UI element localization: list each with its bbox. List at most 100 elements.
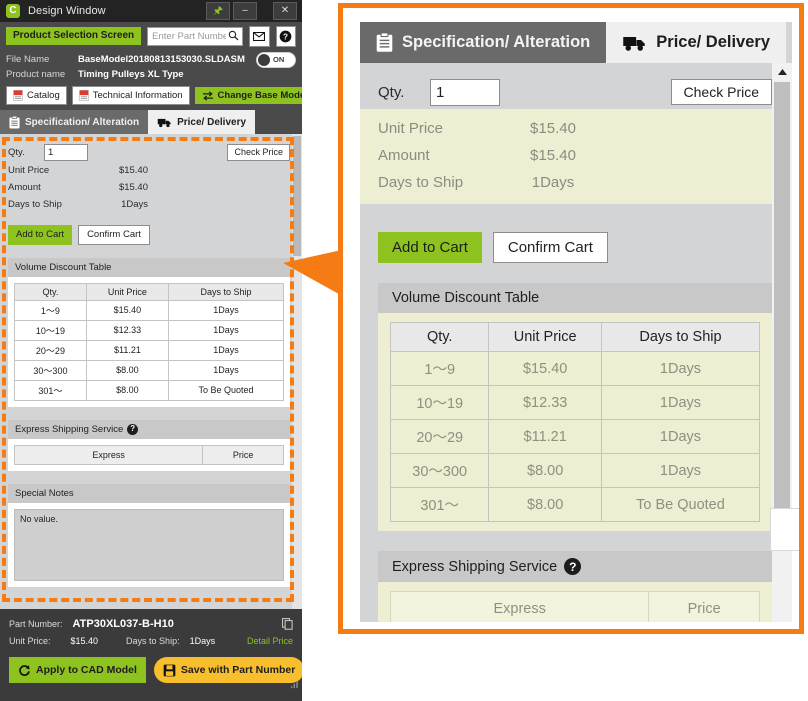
- cell-days: To Be Quoted: [600, 487, 761, 522]
- window-title: Design Window: [28, 5, 106, 17]
- cell-days: 1Days: [167, 339, 285, 361]
- table-row: 301～ $8.00 To Be Quoted: [14, 379, 285, 401]
- mg-check-price-button[interactable]: Check Price: [670, 79, 772, 105]
- panel-scrollbar[interactable]: [292, 134, 302, 609]
- window-controls: 🖈 – ✕: [206, 2, 299, 20]
- search-box[interactable]: [147, 26, 244, 46]
- cell-express: Express: [13, 444, 204, 465]
- save-with-part-number-label: Save with Part Number: [180, 664, 296, 676]
- mg-qty-row: Qty. Check Price: [378, 75, 772, 109]
- mg-unit-price-label: Unit Price: [378, 120, 444, 137]
- tab-specification-alteration[interactable]: Specification/ Alteration: [0, 110, 149, 134]
- help-icon[interactable]: ?: [127, 423, 139, 435]
- amount-label: Amount: [8, 182, 41, 193]
- volume-discount-title: Volume Discount Table: [15, 261, 112, 273]
- mg-amount-label: Amount: [378, 147, 430, 164]
- toggle-knob: [258, 53, 270, 66]
- tab-price-delivery-label: Price/ Delivery: [177, 116, 247, 128]
- amount-row: Amount $15.40: [8, 179, 290, 196]
- qty-label: Qty.: [8, 146, 25, 158]
- mg-confirm-cart-button[interactable]: Confirm Cart: [492, 232, 608, 263]
- pdf-icon: [79, 90, 89, 101]
- product-name-value: Timing Pulleys XL Type: [78, 69, 184, 80]
- mail-icon: [253, 31, 266, 41]
- mg-unit-price-row: Unit Price $15.40: [378, 115, 772, 142]
- cell-unit-price: $12.33: [488, 385, 602, 420]
- add-to-cart-button[interactable]: Add to Cart: [8, 225, 73, 245]
- resize-grip-icon[interactable]: [290, 680, 299, 689]
- callout-express-shipping-service: Express Shipping Service: [770, 508, 799, 551]
- col-qty: Qty.: [389, 322, 490, 352]
- mg-unit-price-value: $15.40: [530, 120, 576, 137]
- qty-row: Qty. Check Price: [8, 142, 290, 162]
- qty-input[interactable]: [44, 143, 88, 161]
- cell-days: 1Days: [600, 385, 761, 420]
- catalog-button[interactable]: Catalog: [6, 86, 67, 105]
- file-name-label: File Name: [6, 54, 50, 65]
- save-with-part-number-button[interactable]: Save with Part Number: [153, 657, 302, 683]
- cell-qty: 30～300: [389, 453, 490, 488]
- part-number-value: ATP30XL037-B-H10: [72, 618, 174, 630]
- col-unit-price: Unit Price: [85, 282, 169, 301]
- volume-discount-header: Volume Discount Table: [8, 257, 290, 277]
- volume-discount-body: Qty. Unit Price Days to Ship 1～9 $15.40 …: [8, 276, 290, 407]
- unit-price-label: Unit Price: [8, 165, 50, 176]
- detail-price-link[interactable]: Detail Price: [247, 636, 293, 646]
- magnified-content: Qty. Check Price: [360, 63, 792, 109]
- days-to-ship-value: 1Days: [121, 199, 148, 210]
- minimize-button[interactable]: –: [233, 2, 257, 20]
- app-logo-icon: C: [6, 4, 20, 18]
- mail-button[interactable]: [249, 25, 270, 47]
- cell-unit-price: $11.21: [85, 339, 169, 361]
- panel-content: Qty. Check Price Unit Price $15.40 Amoun…: [0, 134, 302, 587]
- mg-tab-price-delivery[interactable]: Price/ Delivery: [606, 22, 787, 63]
- scroll-up-arrow-icon[interactable]: [772, 63, 792, 80]
- help-icon: ?: [279, 30, 292, 42]
- mg-volume-discount-table: Qty. Unit Price Days to Ship 1～9 $15.40: [389, 322, 761, 522]
- table-header-row: Qty. Unit Price Days to Ship: [389, 322, 761, 352]
- mg-qty-label: Qty.: [378, 83, 405, 101]
- express-shipping-body: Express Price: [8, 438, 290, 471]
- cell-price: Price: [648, 591, 760, 622]
- table-row: 20～29 $11.21 1Days: [389, 419, 761, 454]
- cell-days: 1Days: [167, 359, 285, 381]
- mg-volume-discount-body: Qty. Unit Price Days to Ship 1～9 $15.40: [378, 313, 772, 531]
- copy-icon[interactable]: [282, 618, 293, 630]
- model-toggle[interactable]: ON: [256, 51, 296, 68]
- help-icon[interactable]: ?: [564, 558, 582, 575]
- magnified-panel: Specification/ Alteration Price/ Deliver…: [360, 22, 792, 622]
- help-button[interactable]: ?: [275, 25, 296, 47]
- confirm-cart-button[interactable]: Confirm Cart: [78, 225, 150, 245]
- check-price-button[interactable]: Check Price: [227, 143, 290, 161]
- pin-button[interactable]: 🖈: [206, 2, 230, 20]
- mg-scrollbar-thumb[interactable]: [774, 82, 790, 542]
- cell-qty: 1～9: [389, 351, 490, 386]
- technical-information-button[interactable]: Technical Information: [71, 86, 190, 105]
- special-notes-value: No value.: [14, 508, 284, 581]
- close-button[interactable]: ✕: [273, 2, 297, 20]
- cell-days: 1Days: [600, 419, 761, 454]
- mg-cart-area: Add to Cart Confirm Cart Volume Discount…: [360, 204, 792, 622]
- cell-unit-price: $15.40: [85, 299, 169, 321]
- mg-qty-input[interactable]: [430, 78, 500, 106]
- price-delivery-panel: Qty. Check Price Unit Price $15.40 Amoun…: [0, 134, 302, 609]
- mg-add-to-cart-button[interactable]: Add to Cart: [378, 232, 482, 263]
- mg-cart-buttons: Add to Cart Confirm Cart: [378, 216, 772, 263]
- table-row: Express Price: [389, 591, 760, 622]
- cell-unit-price: $12.33: [85, 319, 169, 341]
- mg-price-highlight-band: Unit Price $15.40 Amount $15.40 Days to …: [360, 109, 792, 204]
- change-base-model-button[interactable]: Change Base Model: [194, 87, 302, 104]
- tab-price-delivery[interactable]: Price/ Delivery: [148, 110, 256, 134]
- mg-tab-specification-alteration[interactable]: Specification/ Alteration: [360, 22, 607, 63]
- truck-icon: [623, 36, 646, 51]
- product-selection-screen-button[interactable]: Product Selection Screen: [6, 27, 142, 45]
- table-row: 20～29 $11.21 1Days: [14, 339, 285, 361]
- mg-days-label: Days to Ship: [378, 174, 464, 191]
- apply-to-cad-model-button[interactable]: Apply to CAD Model: [9, 657, 146, 683]
- mg-express-shipping-table: Express Price: [389, 591, 760, 622]
- scrollbar-thumb[interactable]: [293, 136, 301, 256]
- magnified-body: Qty. Check Price Unit Price $15.40 Amoun…: [360, 63, 792, 622]
- col-days-to-ship: Days to Ship: [600, 322, 761, 352]
- cell-days: 1Days: [600, 453, 761, 488]
- footer-unit-price-value: $15.40: [70, 635, 99, 646]
